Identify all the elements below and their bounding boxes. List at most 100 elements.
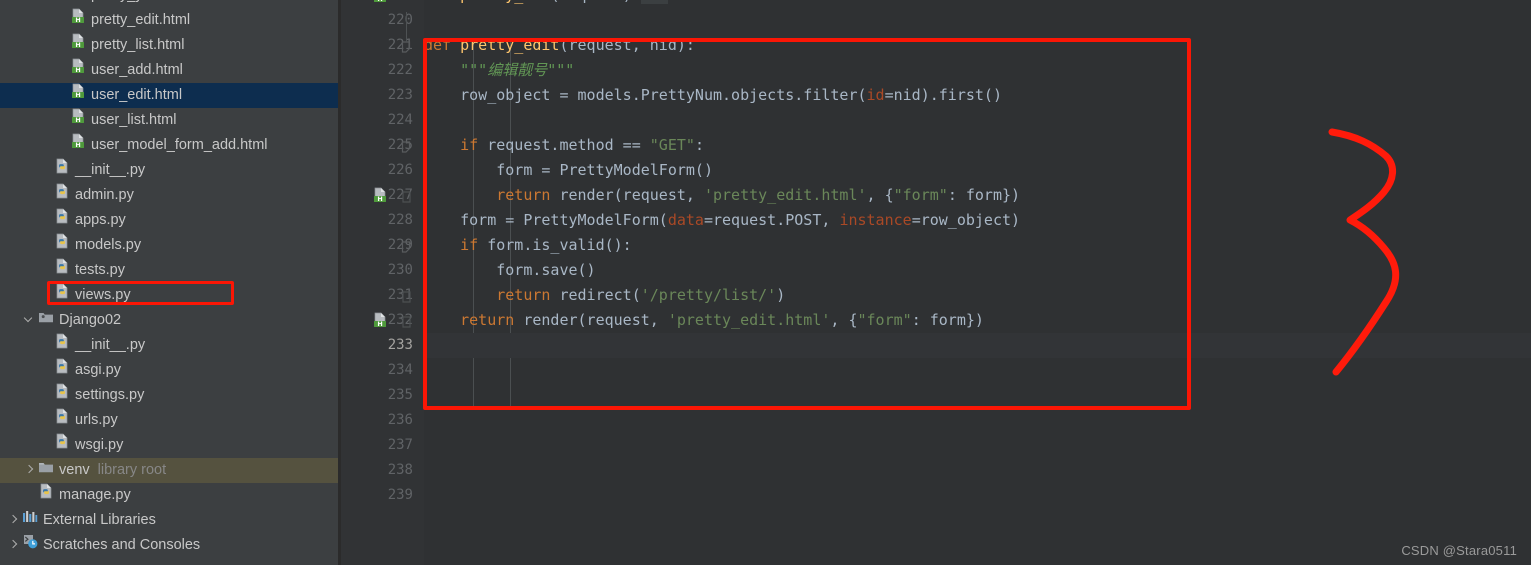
- gutter-html-file-icon[interactable]: H: [372, 312, 388, 328]
- fold-marker-plus[interactable]: [401, 0, 412, 1]
- tree-item-views-py[interactable]: views.py: [0, 283, 341, 308]
- code-token: '/pretty/list/': [640, 286, 777, 304]
- tree-item-pretty-y-[interactable]: Hpretty_y...: [0, 0, 341, 8]
- python-file-icon: [54, 283, 70, 308]
- tree-item-scratches-and-consoles[interactable]: Scratches and Consoles: [0, 533, 341, 558]
- code-line-230[interactable]: form.save(): [424, 258, 1531, 283]
- code-line-219[interactable]: def pretty_add(request):...: [424, 0, 1531, 8]
- tree-item-label: user_list.html: [91, 112, 177, 128]
- chevron-right-icon[interactable]: [24, 465, 35, 476]
- tree-item-wsgi-py[interactable]: wsgi.py: [0, 433, 341, 458]
- module-folder-icon: [38, 308, 54, 333]
- python-file-icon: [54, 233, 70, 258]
- line-number-233[interactable]: 233: [353, 333, 413, 358]
- line-number-236[interactable]: 236: [353, 408, 413, 433]
- fold-marker-bracket[interactable]: [401, 290, 412, 303]
- line-number-239[interactable]: 239: [353, 483, 413, 508]
- fold-marker-bracket[interactable]: [401, 315, 412, 328]
- tree-item--init-py[interactable]: __init__.py: [0, 158, 341, 183]
- line-number-223[interactable]: 223: [353, 83, 413, 108]
- tree-item-venv[interactable]: venv library root: [0, 458, 341, 483]
- editor-gutter[interactable]: 219H220221222223224225226227H22822923023…: [341, 0, 423, 565]
- line-number-230[interactable]: 230: [353, 258, 413, 283]
- code-token: ): [776, 286, 786, 304]
- tree-item-pretty-list-html[interactable]: Hpretty_list.html: [0, 33, 341, 58]
- tree-item-external-libraries[interactable]: External Libraries: [0, 508, 341, 533]
- tree-item-manage-py[interactable]: manage.py: [0, 483, 341, 508]
- code-line-222[interactable]: """编辑靓号""": [424, 58, 1531, 83]
- line-number-237[interactable]: 237: [353, 433, 413, 458]
- tree-item--init-py[interactable]: __init__.py: [0, 333, 341, 358]
- line-number-228[interactable]: 228: [353, 208, 413, 233]
- code-line-238[interactable]: [424, 458, 1531, 483]
- code-line-225[interactable]: if request.method == "GET":: [424, 133, 1531, 158]
- tree-item-label: __init__.py: [75, 337, 146, 353]
- html-file-icon: H: [70, 83, 86, 108]
- code-line-221[interactable]: def pretty_edit(request, nid):: [424, 33, 1531, 58]
- fold-marker-minus[interactable]: [401, 140, 412, 153]
- code-token: , {: [830, 311, 858, 329]
- line-number-224[interactable]: 224: [353, 108, 413, 133]
- line-number-234[interactable]: 234: [353, 358, 413, 383]
- gutter-html-file-icon[interactable]: H: [372, 187, 388, 203]
- tree-item-django02[interactable]: Django02: [0, 308, 341, 333]
- code-token: ...: [640, 0, 668, 4]
- code-text-area[interactable]: def pretty_add(request):... def pretty_e…: [424, 0, 1531, 565]
- code-token: =row_object): [911, 211, 1021, 229]
- code-line-229[interactable]: if form.is_valid():: [424, 233, 1531, 258]
- tree-item-pretty-edit-html[interactable]: Hpretty_edit.html: [0, 8, 341, 33]
- code-line-239[interactable]: [424, 483, 1531, 508]
- tree-item-admin-py[interactable]: admin.py: [0, 183, 341, 208]
- code-line-237[interactable]: [424, 433, 1531, 458]
- tree-item-label: Scratches and Consoles: [43, 537, 201, 553]
- gutter-html-file-icon[interactable]: H: [372, 0, 388, 3]
- svg-text:H: H: [377, 0, 382, 3]
- tree-item-user-edit-html[interactable]: Huser_edit.html: [0, 83, 341, 108]
- tree-item-sublabel: library root: [97, 462, 167, 478]
- fold-marker-bracket[interactable]: [401, 190, 412, 203]
- line-number-235[interactable]: 235: [353, 383, 413, 408]
- code-token: request.method ==: [478, 136, 650, 154]
- code-token: ):: [623, 0, 641, 4]
- code-line-233[interactable]: [424, 333, 1531, 358]
- fold-marker-minus[interactable]: [401, 240, 412, 253]
- tree-item-label: user_model_form_add.html: [91, 137, 268, 153]
- code-line-236[interactable]: [424, 408, 1531, 433]
- code-token: request, nid: [568, 36, 677, 54]
- code-line-220[interactable]: [424, 8, 1531, 33]
- code-line-232[interactable]: return render(request, 'pretty_edit.html…: [424, 308, 1531, 333]
- line-number-238[interactable]: 238: [353, 458, 413, 483]
- chevron-right-icon[interactable]: [8, 540, 19, 551]
- code-line-235[interactable]: [424, 383, 1531, 408]
- code-token: "form": [857, 311, 912, 329]
- code-line-224[interactable]: [424, 108, 1531, 133]
- tree-item-models-py[interactable]: models.py: [0, 233, 341, 258]
- tree-item-tests-py[interactable]: tests.py: [0, 258, 341, 283]
- chevron-down-icon[interactable]: [24, 315, 35, 326]
- tree-item-user-model-form-add-html[interactable]: Huser_model_form_add.html: [0, 133, 341, 158]
- tree-item-user-list-html[interactable]: Huser_list.html: [0, 108, 341, 133]
- line-number-226[interactable]: 226: [353, 158, 413, 183]
- tree-item-settings-py[interactable]: settings.py: [0, 383, 341, 408]
- tree-item-apps-py[interactable]: apps.py: [0, 208, 341, 233]
- chevron-right-icon[interactable]: [8, 515, 19, 526]
- folder-icon: [38, 458, 54, 483]
- code-line-227[interactable]: return render(request, 'pretty_edit.html…: [424, 183, 1531, 208]
- fold-marker-minus[interactable]: [401, 40, 412, 53]
- python-file-icon: [54, 158, 70, 183]
- code-line-231[interactable]: return redirect('/pretty/list/'): [424, 283, 1531, 308]
- code-line-228[interactable]: form = PrettyModelForm(data=request.POST…: [424, 208, 1531, 233]
- line-number-222[interactable]: 222: [353, 58, 413, 83]
- code-line-234[interactable]: [424, 358, 1531, 383]
- code-line-223[interactable]: row_object = models.PrettyNum.objects.fi…: [424, 83, 1531, 108]
- tree-item-user-add-html[interactable]: Huser_add.html: [0, 58, 341, 83]
- tree-item-label: pretty_y...: [91, 0, 154, 8]
- line-number-220[interactable]: 220: [353, 8, 413, 33]
- tree-item-asgi-py[interactable]: asgi.py: [0, 358, 341, 383]
- svg-text:H: H: [377, 320, 382, 328]
- code-editor-pane[interactable]: 219H220221222223224225226227H22822923023…: [341, 0, 1531, 565]
- project-tool-window[interactable]: Hpretty_y...Hpretty_edit.htmlHpretty_lis…: [0, 0, 341, 565]
- tree-item-urls-py[interactable]: urls.py: [0, 408, 341, 433]
- code-line-226[interactable]: form = PrettyModelForm(): [424, 158, 1531, 183]
- code-token: :: [694, 136, 704, 154]
